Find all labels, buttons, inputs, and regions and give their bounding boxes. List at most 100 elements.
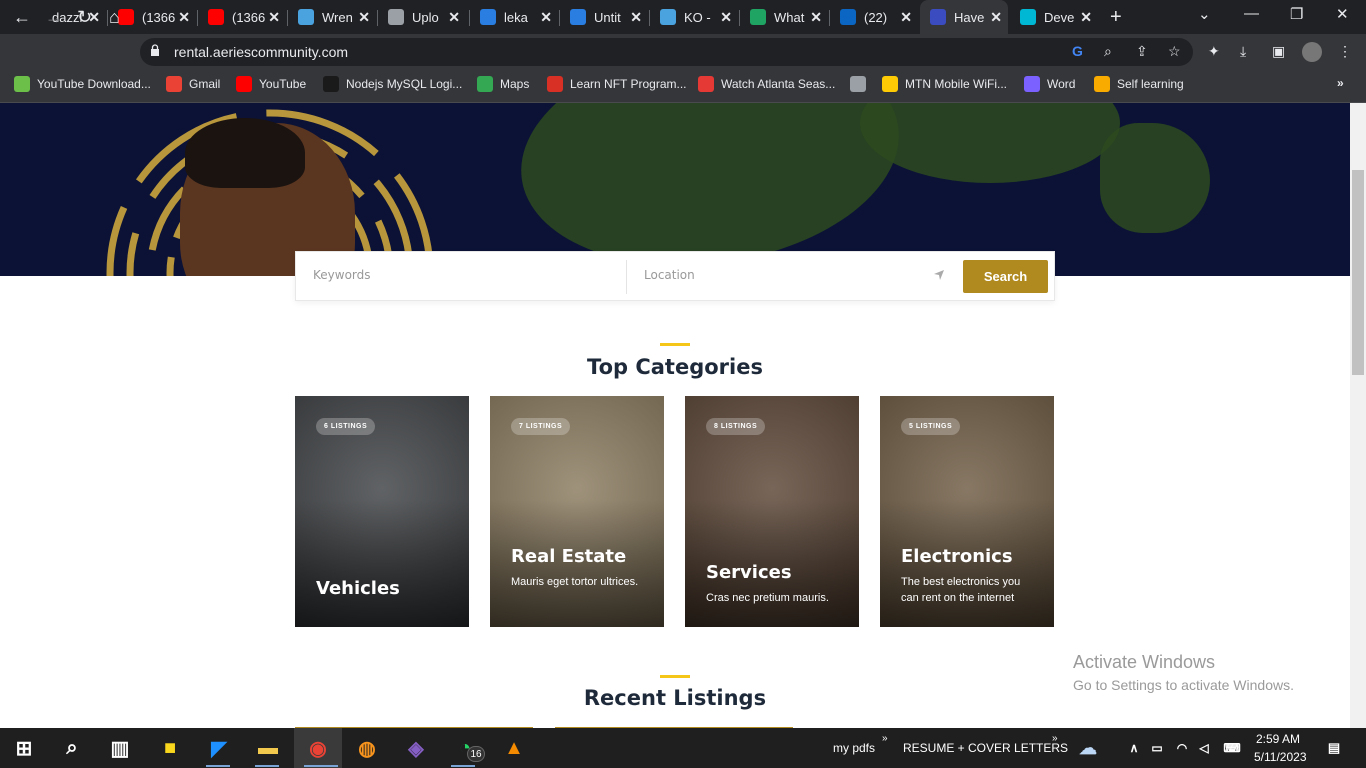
- bookmark-item[interactable]: YouTube Download...: [14, 76, 151, 92]
- bookmark-star-icon[interactable]: ☆: [1168, 43, 1181, 60]
- close-tab-icon[interactable]: ✕: [900, 9, 912, 26]
- tab-title: Uplo: [412, 9, 439, 25]
- browser-tab[interactable]: Wren ✕: [288, 0, 376, 34]
- zoom-icon[interactable]: ⌕: [1104, 43, 1112, 60]
- close-tab-icon[interactable]: ✕: [720, 9, 732, 26]
- bookmark-item[interactable]: Watch Atlanta Seas...: [698, 76, 835, 92]
- side-panel-icon[interactable]: ▣: [1272, 43, 1285, 60]
- extensions-icon[interactable]: ✦: [1208, 43, 1220, 60]
- profile-avatar[interactable]: [1302, 42, 1322, 62]
- dev-icon: [1020, 9, 1036, 25]
- browser-tab[interactable]: Deve ✕: [1010, 0, 1098, 34]
- wifi-icon[interactable]: ◠: [1170, 736, 1194, 760]
- maximize-button[interactable]: ❐: [1290, 5, 1303, 23]
- toolbar-expand-icon[interactable]: »: [882, 733, 888, 744]
- vscode-icon[interactable]: ◤: [207, 736, 231, 760]
- bookmark-item[interactable]: MTN Mobile WiFi...: [882, 76, 1007, 92]
- volume-icon[interactable]: ◁: [1192, 736, 1216, 760]
- visual-studio-icon[interactable]: ◈: [404, 736, 428, 760]
- close-tab-icon[interactable]: ✕: [358, 9, 370, 26]
- location-input[interactable]: Location: [644, 268, 695, 282]
- category-card[interactable]: 8 LISTINGS Services Cras nec pretium mauri…: [685, 396, 859, 627]
- reload-button[interactable]: ↻: [77, 7, 92, 28]
- close-tab-icon[interactable]: ✕: [448, 9, 460, 26]
- share-icon[interactable]: ⇪: [1136, 43, 1148, 60]
- keyboard-icon[interactable]: ⌨: [1220, 736, 1244, 760]
- download-icon: [14, 76, 30, 92]
- home-button[interactable]: ⌂: [109, 7, 120, 28]
- hero-person-hair: [185, 118, 305, 188]
- back-button[interactable]: ←: [13, 7, 31, 28]
- close-tab-icon[interactable]: ✕: [268, 9, 280, 26]
- scrollbar-thumb[interactable]: [1352, 170, 1364, 375]
- location-arrow-icon[interactable]: [933, 269, 945, 281]
- category-card[interactable]: 5 LISTINGS Electronics The best electronic…: [880, 396, 1054, 627]
- browser-tab[interactable]: KO - ✕: [650, 0, 738, 34]
- browser-tab[interactable]: (1366 ✕: [108, 0, 196, 34]
- close-tab-icon[interactable]: ✕: [178, 9, 190, 26]
- lock-icon[interactable]: [150, 44, 160, 56]
- category-card[interactable]: 6 LISTINGS Vehicles: [295, 396, 469, 627]
- tab-separator: [739, 10, 740, 26]
- whatsapp-badge: 16: [467, 746, 485, 762]
- google-icon[interactable]: G: [1072, 43, 1083, 59]
- taskbar-toolbar-my-pdfs[interactable]: my pdfs: [833, 741, 875, 755]
- clock-time[interactable]: 2:59 AM: [1256, 732, 1300, 746]
- tab-title: Deve: [1044, 9, 1075, 25]
- weather-icon[interactable]: ☁: [1076, 736, 1100, 760]
- category-card[interactable]: 7 LISTINGS Real Estate Mauris eget tortor …: [490, 396, 664, 627]
- search-button[interactable]: Search: [963, 260, 1048, 293]
- close-tab-icon[interactable]: ✕: [540, 9, 552, 26]
- minimize-button[interactable]: —: [1244, 5, 1259, 22]
- close-tab-icon[interactable]: ✕: [630, 9, 642, 26]
- bookmark-item[interactable]: YouTube: [236, 76, 306, 92]
- bookmark-item[interactable]: Learn NFT Program...: [547, 76, 686, 92]
- play-icon: [698, 76, 714, 92]
- close-tab-icon[interactable]: ✕: [1080, 9, 1092, 26]
- vlc-icon[interactable]: ▲: [502, 736, 526, 760]
- fl-studio-icon[interactable]: ◍: [355, 736, 379, 760]
- forward-button[interactable]: →: [45, 7, 63, 28]
- notifications-icon[interactable]: ▤: [1322, 736, 1346, 760]
- close-tab-icon[interactable]: ✕: [810, 9, 822, 26]
- search-icon[interactable]: ⌕: [60, 736, 84, 760]
- task-view-icon[interactable]: ▥: [108, 736, 132, 760]
- browser-tab[interactable]: (22) ✕: [830, 0, 918, 34]
- tab-search-icon[interactable]: ⌄: [1198, 5, 1211, 23]
- browser-tab[interactable]: Untit ✕: [560, 0, 648, 34]
- bookmark-item[interactable]: [850, 76, 873, 92]
- clock-date[interactable]: 5/11/2023: [1254, 750, 1307, 764]
- tab-title: KO -: [684, 9, 711, 25]
- browser-tab[interactable]: Uplo ✕: [378, 0, 466, 34]
- new-tab-button[interactable]: +: [1110, 6, 1122, 29]
- bookmark-item[interactable]: Maps: [477, 76, 529, 92]
- more-bookmarks-icon[interactable]: »: [1337, 76, 1344, 90]
- category-title: Real Estate: [511, 546, 627, 567]
- bookmark-label: Word: [1047, 77, 1076, 91]
- show-hidden-icons[interactable]: ∧: [1122, 736, 1146, 760]
- bookmark-item[interactable]: Nodejs MySQL Logi...: [323, 76, 462, 92]
- toolbar-expand-icon[interactable]: »: [1052, 733, 1058, 744]
- keywords-input[interactable]: Keywords: [313, 268, 371, 282]
- file-explorer-icon[interactable]: ▬: [256, 736, 280, 760]
- taskbar-toolbar-resume[interactable]: RESUME + COVER LETTERS: [903, 741, 1068, 755]
- bookmark-label: Nodejs MySQL Logi...: [346, 77, 463, 91]
- sk-icon: [323, 76, 339, 92]
- bookmark-item[interactable]: Self learning: [1094, 76, 1184, 92]
- downloads-icon[interactable]: ⤓: [1240, 43, 1246, 60]
- close-tab-icon[interactable]: ✕: [990, 9, 1002, 26]
- bookmark-item[interactable]: Word: [1024, 76, 1075, 92]
- browser-tab[interactable]: What ✕: [740, 0, 828, 34]
- bookmark-item[interactable]: Gmail: [166, 76, 220, 92]
- c-icon: [547, 76, 563, 92]
- chrome-icon[interactable]: ◉: [306, 736, 330, 760]
- windows-icon[interactable]: ⊞: [12, 736, 36, 760]
- browser-tab[interactable]: Have ✕: [920, 0, 1008, 34]
- url-text[interactable]: rental.aeriescommunity.com: [174, 44, 348, 60]
- menu-icon[interactable]: ⋮: [1338, 43, 1352, 60]
- browser-tab[interactable]: leka ✕: [470, 0, 558, 34]
- battery-icon[interactable]: ▭: [1145, 736, 1169, 760]
- sticky-notes-icon[interactable]: ■: [158, 736, 182, 760]
- browser-tab[interactable]: (1366 ✕: [198, 0, 286, 34]
- close-window-button[interactable]: ✕: [1336, 5, 1349, 23]
